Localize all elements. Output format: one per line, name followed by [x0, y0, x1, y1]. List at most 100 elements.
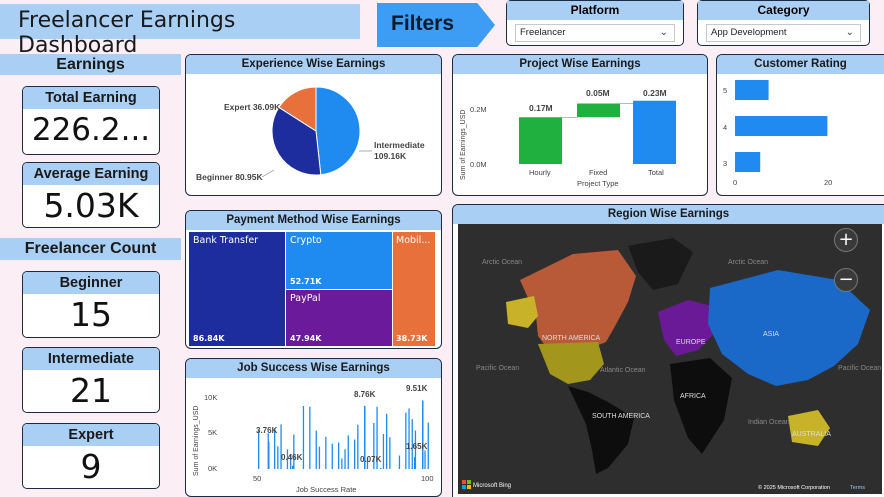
waterfall-bar-fixed[interactable] — [577, 103, 620, 118]
job-success-bar[interactable] — [277, 446, 279, 469]
treemap-tile-mobile[interactable]: Mobil... 38.73K — [393, 232, 435, 346]
australia-shape — [788, 410, 830, 446]
job-success-bar[interactable] — [389, 437, 391, 469]
rating-bars-svg: 5 4 3 0 20 — [723, 80, 832, 187]
category-dropdown[interactable]: App Development ⌄ — [706, 24, 861, 42]
map-terms-link[interactable]: Terms — [850, 485, 865, 491]
rating-bar-3[interactable] — [735, 152, 761, 172]
job-success-bar-annotated[interactable] — [414, 457, 416, 469]
intermediate-count-card: Intermediate 21 — [22, 347, 160, 413]
job-success-bar[interactable] — [325, 436, 327, 469]
chevron-down-icon[interactable]: ⌄ — [660, 25, 668, 41]
bing-logo: Microsoft Bing — [473, 483, 511, 489]
ytick-0-0m: 0.0M — [470, 160, 487, 169]
beginner-count-value: 15 — [70, 295, 112, 334]
map-canvas[interactable]: Arctic Ocean Arctic Ocean Pacific Ocean … — [458, 224, 882, 494]
job-success-bar[interactable] — [398, 455, 401, 470]
expert-count-value: 9 — [80, 447, 102, 486]
average-earning-label: Average Earning — [23, 163, 159, 185]
job-success-bar-annotated[interactable] — [292, 465, 294, 469]
xtick-20: 20 — [824, 178, 832, 187]
job-success-bar[interactable] — [309, 406, 311, 469]
project-chart-card: Project Wise Earnings Sum of Earnings_US… — [452, 54, 708, 196]
job-success-bar[interactable] — [386, 413, 388, 469]
treemap-tile-crypto[interactable]: Crypto 52.71K — [286, 232, 392, 289]
ocean-label-indian: Indian Ocean — [748, 419, 790, 426]
job-success-bar[interactable] — [357, 424, 359, 469]
total-earning-card: Total Earning 226.2... — [22, 86, 160, 155]
payment-chart-title: Payment Method Wise Earnings — [186, 211, 441, 230]
treemap-tile-bank-transfer[interactable]: Bank Transfer 86.84K — [189, 232, 285, 346]
job-success-bar-annotated[interactable] — [380, 468, 382, 469]
xtick-fixed: Fixed — [589, 168, 607, 177]
map-copyright: © 2025 Microsoft Corporation — [758, 484, 830, 491]
project-ylabel: Sum of Earnings_USD — [460, 110, 467, 180]
pie-label-intermediate: Intermediate — [374, 140, 425, 150]
pie-label-beginner: Beginner 80.95K — [196, 172, 263, 182]
job-success-bar[interactable] — [341, 458, 343, 470]
job-success-bar[interactable] — [354, 439, 356, 470]
job-success-bar[interactable] — [405, 412, 407, 469]
waterfall-bar-total[interactable] — [633, 100, 676, 164]
job-success-bar[interactable] — [302, 406, 305, 469]
pie-label-expert: Expert 36.09K — [224, 102, 281, 112]
project-waterfall-svg: Sum of Earnings_USD 0.2M 0.0M 0.17M 0.05… — [460, 88, 676, 188]
job-success-bar[interactable] — [408, 408, 410, 470]
annotation-3-76k: 3.76K — [256, 426, 278, 435]
filters-label: Filters — [377, 3, 495, 47]
ocean-label-arctic-1: Arctic Ocean — [482, 259, 522, 266]
job-success-bar[interactable] — [424, 450, 426, 470]
experience-chart-card: Experience Wise Earnings Expert 36.09K I… — [185, 54, 442, 196]
pie-slice-intermediate[interactable] — [315, 86, 361, 176]
region-label-asia: ASIA — [763, 331, 779, 338]
region-label-africa: AFRICA — [680, 393, 706, 400]
job-success-bar[interactable] — [258, 430, 260, 469]
job-success-bar[interactable] — [382, 434, 385, 469]
rating-chart-card: Customer Rating 5 4 3 0 20 — [716, 54, 884, 196]
ytick-5: 5 — [723, 86, 727, 95]
annotation-0-07k: 0.07K — [360, 455, 382, 464]
job-success-bar[interactable] — [331, 443, 333, 469]
treemap-tile-paypal[interactable]: PayPal 47.94K — [286, 290, 392, 346]
job-success-bar[interactable] — [315, 430, 317, 469]
xtick-100: 100 — [421, 474, 434, 483]
job-success-bar[interactable] — [293, 434, 295, 470]
job-success-ylabel: Sum of Earnings_USD — [193, 406, 200, 476]
job-success-bar-annotated[interactable] — [422, 400, 424, 470]
job-success-chart-title: Job Success Wise Earnings — [186, 359, 441, 378]
job-success-bar[interactable] — [347, 435, 349, 469]
waterfall-bar-hourly[interactable] — [519, 117, 562, 164]
job-success-bar[interactable] — [318, 446, 321, 469]
xtick-hourly: Hourly — [529, 168, 551, 177]
platform-dropdown[interactable]: Freelancer ⌄ — [515, 24, 675, 42]
chevron-down-icon[interactable]: ⌄ — [846, 25, 854, 41]
ocean-label-pacific-2: Pacific Ocean — [838, 365, 881, 372]
job-success-bar[interactable] — [344, 449, 346, 469]
rating-bar-5[interactable] — [735, 80, 769, 100]
annotation-0-46k: 0.46K — [281, 453, 303, 462]
ocean-label-pacific-1: Pacific Ocean — [476, 365, 519, 372]
greenland-shape — [628, 238, 693, 290]
category-slicer: Category App Development ⌄ — [697, 0, 870, 46]
job-success-bar[interactable] — [280, 424, 282, 469]
job-success-bar[interactable] — [338, 442, 340, 470]
data-label-hourly: 0.17M — [529, 103, 553, 113]
zoom-out-button[interactable]: − — [834, 268, 858, 292]
job-success-bar-annotated[interactable] — [268, 441, 270, 469]
annotation-9-51k: 9.51K — [406, 384, 428, 393]
rating-bar-4[interactable] — [735, 116, 828, 136]
zoom-in-button[interactable]: + — [834, 228, 858, 252]
ytick-0k: 0K — [208, 464, 217, 473]
intermediate-count-label: Intermediate — [23, 348, 159, 370]
page-title: Freelancer Earnings Dashboard — [18, 8, 236, 58]
tile-value: 38.73K — [396, 334, 428, 343]
beginner-count-label: Beginner — [23, 272, 159, 294]
total-earning-label: Total Earning — [23, 87, 159, 109]
job-success-bar[interactable] — [427, 422, 429, 469]
annotation-8-76k: 8.76K — [354, 390, 376, 399]
intermediate-count-value: 21 — [70, 371, 112, 410]
total-earning-value: 226.2... — [31, 112, 151, 148]
payment-chart-card: Payment Method Wise Earnings Bank Transf… — [185, 210, 442, 349]
xtick-50: 50 — [253, 474, 261, 483]
expert-count-card: Expert 9 — [22, 423, 160, 489]
